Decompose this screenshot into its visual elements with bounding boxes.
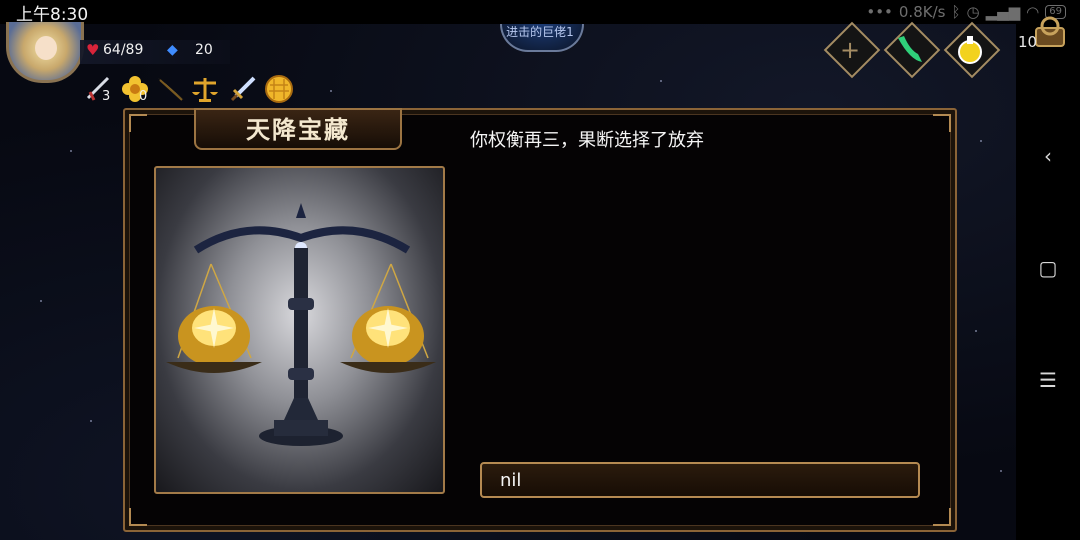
android-nav-bar: ‹ ▢ ☰ bbox=[1016, 24, 1080, 540]
item-count: 0 bbox=[139, 89, 148, 104]
hp-value: 64/89 bbox=[103, 42, 144, 58]
choice-label: nil bbox=[500, 469, 522, 491]
frame-corner bbox=[933, 114, 951, 132]
dialog-title: 天降宝藏 bbox=[246, 115, 350, 144]
alarm-icon: ◷ bbox=[966, 3, 980, 21]
yellow-flask-icon[interactable] bbox=[950, 30, 990, 70]
event-illustration bbox=[154, 166, 445, 494]
heart-icon: ♥ bbox=[86, 41, 100, 59]
network-speed: 0.8K/s bbox=[898, 3, 946, 21]
dialog-title-plate: 天降宝藏 bbox=[194, 108, 402, 150]
drill-icon[interactable] bbox=[156, 74, 186, 104]
back-button[interactable]: ‹ bbox=[1016, 144, 1080, 168]
scales-with-gold-image bbox=[166, 203, 436, 446]
status-time: 上午8:30 bbox=[16, 4, 89, 25]
more-dots: ••• bbox=[866, 3, 893, 21]
frame-corner bbox=[129, 114, 147, 132]
item-count: 3 bbox=[102, 89, 111, 104]
recents-button[interactable]: ☰ bbox=[1016, 368, 1080, 392]
bluetooth-icon: ᛒ bbox=[951, 3, 961, 21]
dialog-message: 你权衡再三，果断选择了放弃 bbox=[470, 130, 704, 151]
frame-corner bbox=[129, 508, 147, 526]
chest-count: 10 bbox=[1018, 33, 1038, 51]
sword-icon[interactable] bbox=[228, 74, 258, 104]
gem-value: 20 bbox=[195, 42, 213, 58]
signal-icon: ▂▄▆ bbox=[985, 3, 1021, 21]
status-bar: 上午8:30 ••• 0.8K/s ᛒ ◷ ▂▄▆ ◠ 69 bbox=[0, 0, 1080, 25]
home-button[interactable]: ▢ bbox=[1016, 256, 1080, 280]
choice-button[interactable]: nil bbox=[480, 462, 920, 498]
green-potion-icon[interactable] bbox=[890, 30, 930, 70]
scales-icon[interactable] bbox=[190, 74, 220, 104]
banner-text: 进击的巨佬1 bbox=[506, 25, 574, 38]
golden-orb-icon[interactable] bbox=[264, 74, 294, 104]
add-button[interactable]: + bbox=[830, 30, 870, 70]
frame-corner bbox=[933, 508, 951, 526]
gem-icon: ◆ bbox=[167, 42, 178, 58]
